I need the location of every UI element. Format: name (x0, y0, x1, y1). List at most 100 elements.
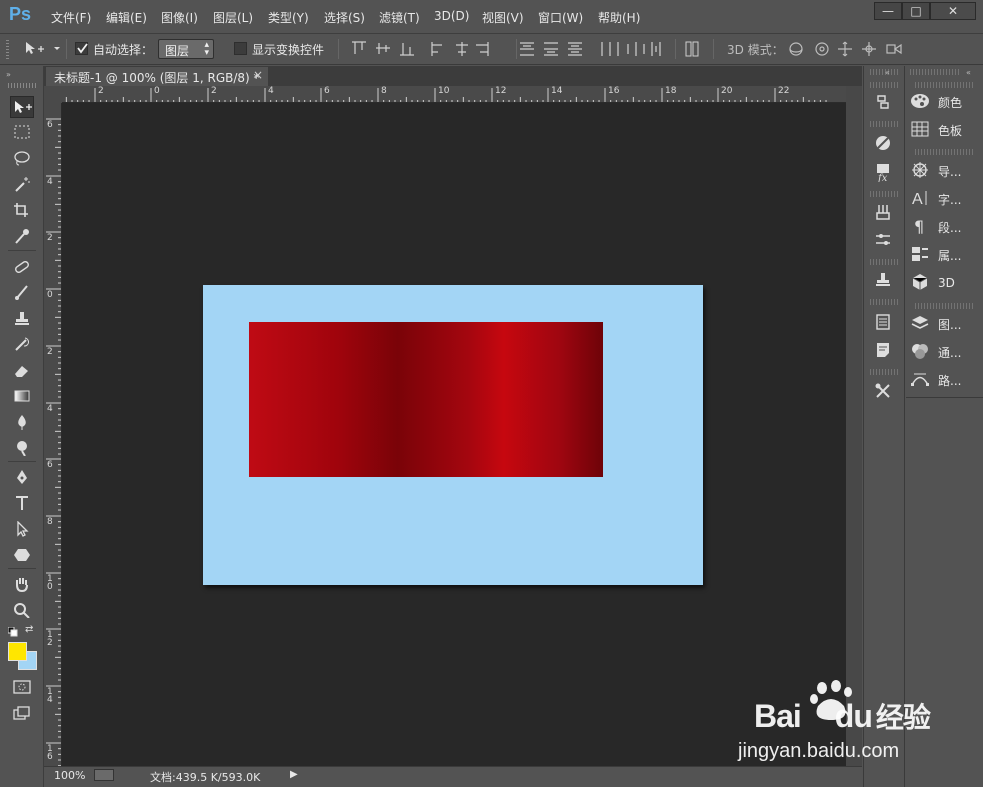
3d-mode-label: 3D 模式： (727, 43, 784, 57)
panel-paths[interactable]: 路... (910, 368, 961, 392)
dodge-tool-icon[interactable] (10, 437, 34, 459)
menu-image[interactable]: 图像(I) (161, 9, 198, 26)
panel-channels[interactable]: 通... (910, 340, 961, 364)
clone-source-panel-icon[interactable] (869, 268, 897, 292)
eraser-tool-icon[interactable] (10, 359, 34, 381)
swap-colors-icon[interactable]: ⇄ (25, 624, 33, 635)
hand-tool-icon[interactable] (10, 573, 34, 595)
vertical-scrollbar[interactable] (846, 86, 862, 766)
panel-properties-label: 属... (938, 248, 962, 263)
restore-button[interactable]: □ (902, 2, 930, 20)
menu-file[interactable]: 文件(F) (51, 9, 91, 26)
ruler-label: 0 (154, 86, 160, 96)
navigator-icon (910, 161, 930, 182)
brush-tool-icon[interactable] (10, 281, 34, 303)
channels-icon (910, 342, 930, 363)
foreground-color-swatch[interactable] (8, 642, 27, 661)
menu-3d[interactable]: 3D(D) (434, 9, 469, 23)
watermark-product: 经验 (875, 702, 931, 733)
lasso-tool-icon[interactable] (10, 147, 34, 169)
ruler-origin[interactable] (44, 86, 62, 103)
panel-layers[interactable]: 图... (910, 312, 961, 336)
panel-color[interactable]: 颜色 (910, 90, 962, 114)
panel-3d-label: 3D (938, 276, 955, 290)
default-colors-icon[interactable] (7, 626, 18, 640)
pen-tool-icon[interactable] (10, 466, 34, 488)
history-panel-icon[interactable] (869, 90, 897, 114)
3d-mode-icons[interactable] (787, 40, 907, 61)
tool-presets-panel-icon[interactable] (869, 379, 897, 403)
zoom-tool-icon[interactable] (10, 599, 34, 621)
ruler-label: 2 (47, 347, 53, 357)
vertical-ruler[interactable]: 6 4 2 0 2 4 6 8 10 12 14 16 (44, 103, 62, 766)
status-preview-icon[interactable] (94, 769, 114, 781)
auto-select-checkbox[interactable] (75, 42, 88, 55)
show-transform-checkbox[interactable] (234, 42, 247, 55)
baidu-jingyan-watermark: Bai du 经验 jingyan.baidu.com (738, 680, 952, 770)
panel-properties[interactable]: 属... (910, 243, 961, 267)
menu-type[interactable]: 类型(Y) (268, 9, 309, 26)
dock-grip (870, 369, 898, 375)
menu-help[interactable]: 帮助(H) (598, 9, 640, 26)
close-button[interactable]: ✕ (930, 2, 976, 20)
tools-collapse-icon[interactable]: » (6, 70, 16, 79)
dock-collapse-icon[interactable]: « (966, 68, 971, 77)
panel-layers-label: 图... (938, 317, 962, 332)
show-transform-label: 显示变换控件 (252, 43, 325, 57)
panel-navigator[interactable]: 导... (910, 159, 961, 183)
horizontal-ruler[interactable]: 420246810121416182022 (62, 86, 846, 103)
menu-edit[interactable]: 编辑(E) (106, 9, 147, 26)
type-tool-icon[interactable] (10, 492, 34, 514)
panel-swatches[interactable]: 色板 (910, 118, 962, 142)
eyedropper-tool-icon[interactable] (10, 225, 34, 247)
magic-wand-tool-icon[interactable] (10, 173, 34, 195)
tab-close-icon[interactable]: × (253, 68, 263, 82)
status-menu-arrow-icon[interactable]: ▶ (290, 769, 298, 780)
move-tool-preset-icon[interactable] (22, 40, 62, 59)
panel-character[interactable]: A 字... (910, 187, 961, 211)
adjustments-panel-icon[interactable] (869, 131, 897, 155)
shape-tool-icon[interactable] (10, 544, 34, 566)
healing-brush-tool-icon[interactable] (10, 256, 34, 278)
red-gradient-rectangle-layer[interactable] (249, 322, 603, 477)
menu-window[interactable]: 窗口(W) (538, 9, 583, 26)
info-panel-icon[interactable] (869, 310, 897, 334)
tool-divider (8, 568, 36, 569)
ruler-label: 6 (47, 460, 53, 470)
brush-panel-icon[interactable] (869, 228, 897, 252)
clone-stamp-tool-icon[interactable] (10, 307, 34, 329)
ruler-label: 4 (47, 404, 53, 414)
menu-filter[interactable]: 滤镜(T) (379, 9, 420, 26)
ruler-label: 12 (495, 86, 507, 96)
zoom-level[interactable]: 100% (54, 769, 85, 782)
screen-mode-icon[interactable] (10, 702, 34, 724)
align-distribute-icons[interactable] (350, 40, 720, 58)
blur-tool-icon[interactable] (10, 411, 34, 433)
document-tab[interactable]: 未标题-1 @ 100% (图层 1, RGB/8) * × (46, 67, 268, 86)
history-brush-tool-icon[interactable] (10, 333, 34, 355)
move-tool-icon[interactable] (10, 96, 34, 118)
dock-grip (915, 82, 975, 88)
quick-mask-icon[interactable] (10, 676, 34, 698)
path-selection-tool-icon[interactable] (10, 518, 34, 540)
watermark-url: jingyan.baidu.com (738, 740, 900, 762)
menu-select[interactable]: 选择(S) (324, 9, 365, 26)
crop-tool-icon[interactable] (10, 199, 34, 221)
auto-select-target-dropdown[interactable]: 图层 ▴ ▾ (158, 39, 214, 59)
menu-view[interactable]: 视图(V) (482, 9, 524, 26)
properties-icon (910, 245, 930, 266)
brush-presets-panel-icon[interactable] (869, 200, 897, 224)
notes-panel-icon[interactable] (869, 338, 897, 362)
panel-paragraph[interactable]: ¶ 段... (910, 215, 961, 239)
dock-expand-icon[interactable]: « (885, 68, 890, 77)
minimize-button[interactable]: — (874, 2, 902, 20)
paragraph-icon: ¶ (910, 217, 930, 238)
styles-panel-icon[interactable]: fx (869, 160, 897, 184)
auto-select-target-value: 图层 (165, 44, 190, 58)
marquee-tool-icon[interactable] (10, 121, 34, 143)
panel-3d[interactable]: 3D (910, 271, 955, 295)
dock-grip (870, 121, 898, 127)
gradient-tool-icon[interactable] (10, 385, 34, 407)
swatches-icon (910, 120, 930, 141)
menu-layer[interactable]: 图层(L) (213, 9, 253, 26)
